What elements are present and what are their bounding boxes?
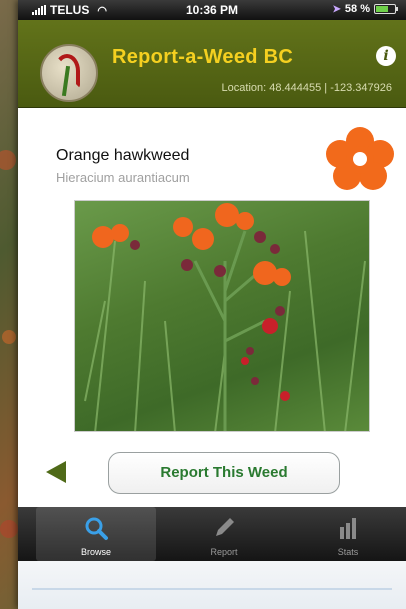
weed-latin-name: Hieracium aurantiacum (56, 170, 190, 185)
phone-screen: TELUS ◠ 10:36 PM ➤ 58 % Report-a-Weed BC… (18, 0, 406, 609)
report-weed-button[interactable]: Report This Weed (108, 452, 340, 494)
location-readout: Location: 48.444455 | -123.347926 (221, 82, 392, 94)
tab-stats-label: Stats (337, 547, 359, 557)
bar-chart-icon (340, 518, 356, 539)
tab-report[interactable]: Report (168, 507, 280, 561)
status-bar: TELUS ◠ 10:36 PM ➤ 58 % (18, 0, 406, 20)
tab-stats[interactable]: Stats (292, 507, 404, 561)
battery-percent: 58 % (344, 3, 370, 15)
divider (32, 588, 392, 590)
tab-bar: Browse Report Stats (18, 507, 406, 561)
app-logo (40, 44, 98, 102)
location-services-icon: ➤ (332, 3, 341, 15)
tab-browse-label: Browse (80, 547, 111, 557)
flower-icon (326, 127, 394, 190)
back-arrow-icon[interactable] (46, 461, 66, 483)
status-right: ➤ 58 % (332, 3, 398, 15)
tab-report-label: Report (210, 547, 238, 557)
app-title: Report-a-Weed BC (112, 46, 294, 68)
search-icon (85, 517, 108, 540)
info-icon[interactable]: i (376, 46, 396, 66)
pencil-icon (216, 518, 234, 536)
battery-icon (374, 4, 398, 14)
weed-photo (74, 200, 370, 432)
tab-browse[interactable]: Browse (36, 507, 156, 561)
app-header: Report-a-Weed BC i Location: 48.444455 |… (18, 20, 406, 108)
bottom-area (18, 561, 406, 609)
weed-common-name: Orange hawkweed (56, 147, 190, 164)
